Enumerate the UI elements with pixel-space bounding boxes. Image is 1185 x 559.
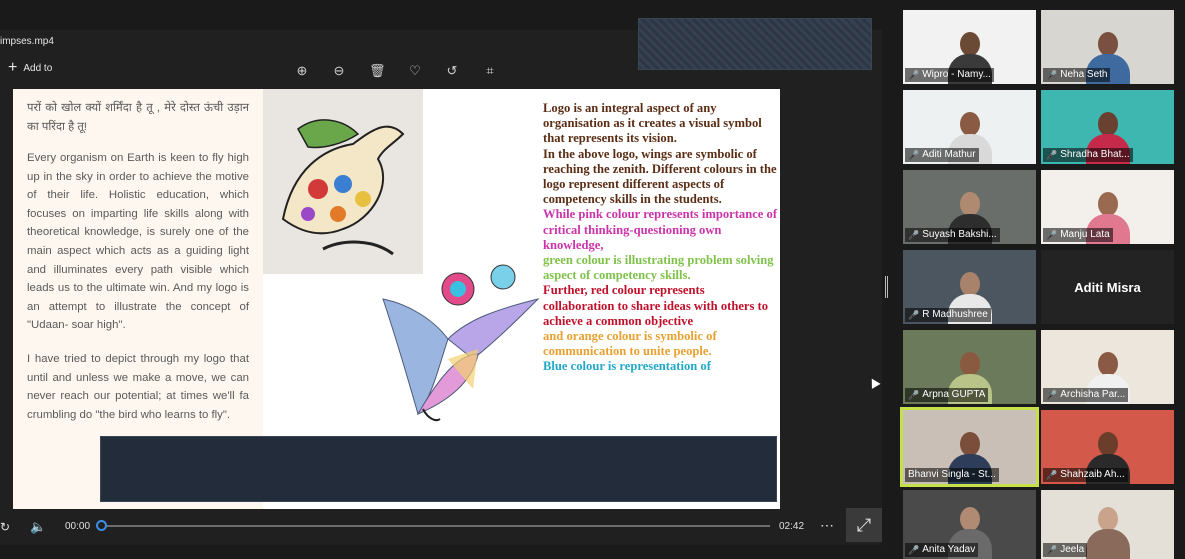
playback-rate-icon[interactable]: ↻ bbox=[0, 520, 10, 534]
participant-tile[interactable]: 🎤 Manju Lata bbox=[1041, 170, 1174, 244]
mic-muted-icon: 🎤 bbox=[1046, 70, 1058, 80]
more-options-icon[interactable]: ⋯ bbox=[820, 517, 834, 534]
intro-text: Logo is an integral aspect of any organi… bbox=[543, 101, 762, 146]
paragraph-2: I have tried to depict through my logo t… bbox=[27, 352, 249, 421]
total-time: 02:42 bbox=[779, 521, 805, 532]
participant-tile[interactable]: 🎤 Shahzaib Ah... bbox=[1041, 410, 1174, 484]
participant-name: Manju Lata bbox=[1060, 229, 1110, 240]
green-text: green colour is illustrating problem sol… bbox=[543, 253, 774, 283]
mic-muted-icon: 🎤 bbox=[1046, 390, 1058, 400]
participant-tile[interactable]: 🎤 Archisha Par... bbox=[1041, 330, 1174, 404]
mic-muted-icon: 🎤 bbox=[908, 70, 920, 80]
screen: impses.mp4 — ❐ ✕ + Add to ⊕ ⊖ 🗑 ♡ ↺ ⌗ पर… bbox=[0, 0, 1185, 559]
participant-name: Suyash Bakshi... bbox=[922, 229, 997, 240]
pink-text: While pink colour represents importance … bbox=[543, 207, 778, 252]
wing-logo-image bbox=[378, 259, 548, 424]
participant-name-no-video: Aditi Misra bbox=[1074, 279, 1141, 295]
mic-muted-icon: 🎤 bbox=[1046, 470, 1058, 480]
participant-tile[interactable]: 🎤 Arpna GUPTA bbox=[903, 330, 1036, 404]
hindi-quote: परों को खोल क्यों शर्मिंदा है तू , मेरे … bbox=[27, 102, 249, 133]
participant-name: Aditi Mathur bbox=[922, 149, 976, 160]
playback-controls: ↻ 🔈 00:00 02:42 ⋯ bbox=[0, 510, 882, 545]
participant-tile[interactable]: 🎤 Wipro - Namy... bbox=[903, 10, 1036, 84]
mic-muted-icon: 🎤 bbox=[908, 545, 920, 555]
participant-name: Neha Seth bbox=[1060, 69, 1108, 80]
participant-name: Jeela bbox=[1060, 544, 1085, 555]
logo-description: Logo is an integral aspect of any organi… bbox=[543, 101, 778, 375]
participant-tile[interactable]: 🎤 R Madhushree bbox=[903, 250, 1036, 324]
volume-icon[interactable]: 🔈 bbox=[30, 519, 46, 535]
zoom-in-icon[interactable]: ⊕ bbox=[294, 63, 310, 79]
participant-tile[interactable]: 🎤 Jeela bbox=[1041, 490, 1174, 559]
mic-muted-icon: 🎤 bbox=[1046, 230, 1058, 240]
dove-logo-image bbox=[263, 89, 423, 274]
participant-tile-active-speaker[interactable]: Bhanvi Singla - St... bbox=[900, 407, 1039, 487]
redacted-overlay-top bbox=[638, 18, 872, 70]
seek-bar[interactable] bbox=[100, 525, 770, 527]
participant-tile[interactable]: 🎤 Anita Yadav bbox=[903, 490, 1036, 559]
mic-muted-icon: 🎤 bbox=[908, 310, 920, 320]
rotate-icon[interactable]: ↺ bbox=[444, 63, 460, 79]
plus-icon: + bbox=[8, 59, 18, 76]
mic-muted-icon: 🎤 bbox=[908, 390, 920, 400]
participant-tile[interactable]: 🎤 Suyash Bakshi... bbox=[903, 170, 1036, 244]
window-title: impses.mp4 bbox=[0, 36, 54, 47]
orange-text: and orange colour is symbolic of communi… bbox=[543, 329, 717, 359]
blue-text: Blue colour is representation of bbox=[543, 359, 711, 374]
participant-tile[interactable]: 🎤 Aditi Mathur bbox=[903, 90, 1036, 164]
delete-icon[interactable]: 🗑 bbox=[369, 63, 386, 79]
heart-icon[interactable]: ♡ bbox=[407, 63, 423, 79]
participant-tile[interactable]: Aditi Misra bbox=[1041, 250, 1174, 324]
mic-muted-icon: 🎤 bbox=[1046, 545, 1058, 555]
current-time: 00:00 bbox=[65, 521, 91, 532]
participant-name: Arpna GUPTA bbox=[922, 389, 986, 400]
splitter-handle[interactable] bbox=[885, 276, 888, 298]
zoom-out-icon[interactable]: ⊖ bbox=[331, 63, 347, 79]
participant-name: Anita Yadav bbox=[922, 544, 976, 555]
crop-icon[interactable]: ⌗ bbox=[482, 63, 498, 79]
participant-name: Wipro - Namy... bbox=[922, 69, 991, 80]
fullscreen-icon[interactable]: ⤢ bbox=[846, 508, 882, 542]
red-text: Further, red colour represents collabora… bbox=[543, 283, 769, 328]
redacted-overlay-bottom bbox=[100, 436, 777, 502]
mic-muted-icon: 🎤 bbox=[908, 150, 920, 160]
participant-name: R Madhushree bbox=[922, 309, 988, 320]
mic-muted-icon: 🎤 bbox=[1046, 150, 1058, 160]
participant-tile[interactable]: 🎤 Neha Seth bbox=[1041, 10, 1174, 84]
wings-text: In the above logo, wings are symbolic of… bbox=[543, 146, 777, 207]
participant-tile[interactable]: 🎤 Shradha Bhat... bbox=[1041, 90, 1174, 164]
paragraph-1: Every organism on Earth is keen to fly h… bbox=[27, 152, 249, 332]
mic-muted-icon: 🎤 bbox=[908, 230, 920, 240]
participant-name: Shradha Bhat... bbox=[1060, 149, 1130, 160]
add-to-button[interactable]: + Add to bbox=[8, 59, 53, 76]
participant-name: Bhanvi Singla - St... bbox=[908, 469, 996, 480]
seek-handle[interactable] bbox=[96, 520, 107, 531]
add-to-label: Add to bbox=[23, 62, 53, 74]
participant-name: Shahzaib Ah... bbox=[1060, 469, 1125, 480]
participant-name: Archisha Par... bbox=[1060, 389, 1126, 400]
